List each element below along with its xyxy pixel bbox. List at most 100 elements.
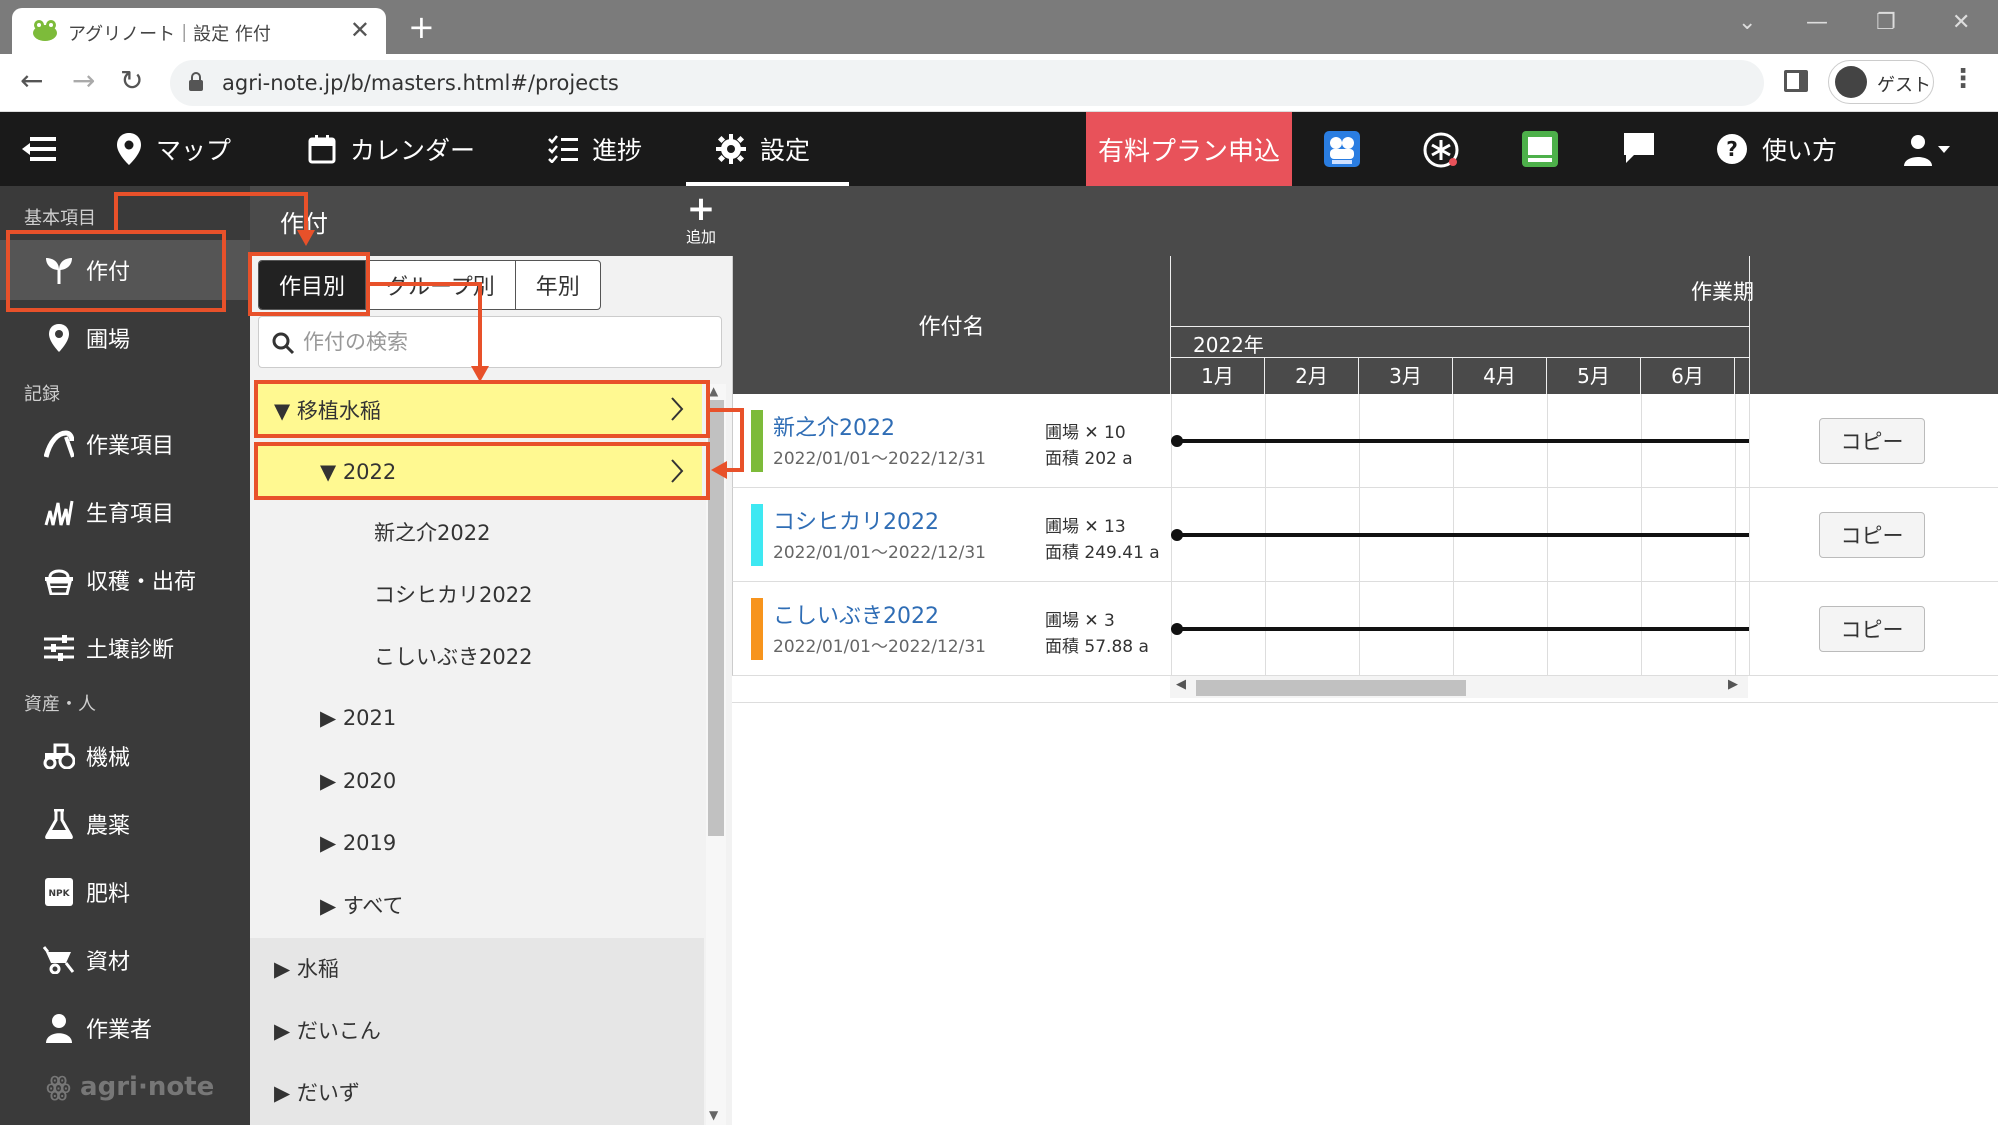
user-menu-icon[interactable]: [1904, 134, 1954, 166]
crop-gantt-table: 作付名 作業期 2022年 1月 2月 3月 4月 5月 6月 新之介2022 …: [732, 256, 1998, 1125]
profile-label: ゲスト: [1877, 75, 1931, 96]
chat-icon[interactable]: [1622, 131, 1656, 165]
green-book-app-icon[interactable]: [1522, 131, 1558, 167]
map-pin-icon: [117, 133, 141, 165]
sidebar-item-pesticides[interactable]: 農薬: [0, 794, 250, 854]
gantt-period-bar[interactable]: [1175, 533, 1749, 537]
minimize-icon[interactable]: —: [1806, 10, 1828, 35]
help-button[interactable]: ? 使い方: [1716, 112, 1837, 186]
copy-button[interactable]: コピー: [1819, 606, 1925, 652]
menu-toggle-button[interactable]: [22, 112, 72, 186]
calendar-icon: [308, 135, 336, 164]
tree-node-label: こしいぶき2022: [374, 645, 533, 669]
table-row: 新之介2022 2022/01/01～2022/12/31 圃場 ✕ 10 面積…: [732, 394, 1998, 488]
gantt-start-dot: [1171, 529, 1183, 541]
tree-node-rice[interactable]: ▶ 水稲: [274, 940, 339, 996]
scroll-right-arrow-icon[interactable]: ▶: [1728, 677, 1738, 692]
side-panel-icon[interactable]: [1784, 70, 1808, 92]
tree-node-label: ▶ 2019: [320, 831, 397, 855]
scroll-left-arrow-icon[interactable]: ◀: [1176, 677, 1186, 692]
crop-field-count: 圃場 ✕ 10: [1045, 423, 1126, 443]
scroll-up-arrow-icon[interactable]: ▲: [709, 384, 718, 398]
crop-search[interactable]: [258, 316, 722, 368]
sidebar-item-label: 圃場: [86, 328, 131, 353]
crop-name-link[interactable]: こしいぶき2022: [773, 598, 939, 630]
tree-node-year-2020[interactable]: ▶ 2020: [320, 753, 396, 809]
gantt-period-bar[interactable]: [1175, 627, 1749, 631]
sidebar-item-workers[interactable]: 作業者: [0, 998, 250, 1058]
sidebar-item-soil[interactable]: 土壌診断: [0, 618, 250, 678]
gantt-horizontal-scroll-thumb[interactable]: [1196, 680, 1466, 696]
reload-icon[interactable]: ↻: [120, 64, 143, 97]
crop-name-link[interactable]: 新之介2022: [773, 410, 895, 442]
nav-progress[interactable]: 進捗: [548, 112, 642, 186]
scroll-down-arrow-icon[interactable]: ▼: [709, 1108, 718, 1122]
sidebar-item-harvest[interactable]: 収穫・出荷: [0, 550, 250, 610]
copy-button[interactable]: コピー: [1819, 512, 1925, 558]
nav-settings[interactable]: 設定: [716, 112, 810, 186]
tree-node-soybean[interactable]: ▶ だいず: [274, 1064, 360, 1120]
asterisk-app-icon[interactable]: [1422, 131, 1460, 169]
gantt-period-bar[interactable]: [1175, 439, 1749, 443]
npk-bag-icon: NPK: [42, 875, 76, 909]
paid-plan-button[interactable]: 有料プラン申込: [1086, 112, 1292, 186]
tree-leaf-crop[interactable]: コシヒカリ2022: [374, 566, 532, 622]
sidebar-item-materials[interactable]: 資材: [0, 930, 250, 990]
browser-tab[interactable]: アグリノート｜設定 作付 ✕: [12, 8, 386, 54]
tree-node-year-2021[interactable]: ▶ 2021: [320, 690, 396, 746]
back-arrow-icon[interactable]: ←: [20, 64, 43, 97]
tab-title: アグリノート｜設定 作付: [68, 24, 271, 45]
tree-node-all[interactable]: ▶ すべて: [320, 877, 404, 933]
window-close-icon[interactable]: ✕: [1952, 10, 1970, 35]
tree-leaf-crop[interactable]: こしいぶき2022: [374, 628, 532, 684]
sidebar-item-label: 農薬: [86, 814, 131, 839]
crop-color-swatch: [751, 410, 763, 472]
svg-text:?: ?: [1726, 137, 1738, 161]
nav-calendar[interactable]: カレンダー: [308, 112, 475, 186]
annotation-box-sidebar-crops: [6, 230, 226, 312]
tab-by-year[interactable]: 年別: [516, 261, 600, 309]
add-label: 追加: [685, 228, 716, 246]
sidebar-item-work-items[interactable]: 作業項目: [0, 414, 250, 474]
sidebar-item-machines[interactable]: 機械: [0, 726, 250, 786]
add-button[interactable]: + 追加: [678, 192, 724, 247]
crop-area: 面積 249.41 a: [1045, 543, 1160, 563]
sidebar-item-growth-items[interactable]: 生育項目: [0, 482, 250, 542]
field-pin-icon: [42, 321, 76, 355]
menu-collapse-icon: [22, 137, 56, 161]
sidebar-item-fields[interactable]: 圃場: [0, 308, 250, 368]
app-header: マップ カレンダー 進捗 設定 有料プラン申込 ? 使い方: [0, 112, 1998, 186]
crop-name-link[interactable]: コシヒカリ2022: [773, 504, 939, 536]
profile-button[interactable]: ゲスト: [1828, 60, 1934, 104]
annotation-box-year-node: [254, 442, 710, 500]
gantt-header-divider: [1749, 256, 1750, 394]
checklist-icon: [548, 135, 578, 163]
sidebar-item-fertilizer[interactable]: NPK 肥料: [0, 862, 250, 922]
new-tab-plus-icon[interactable]: +: [408, 8, 435, 46]
grid-line: [1749, 488, 1750, 582]
tree-node-year-2019[interactable]: ▶ 2019: [320, 815, 396, 871]
crop-color-swatch: [751, 504, 763, 566]
browser-menu-icon[interactable]: ⋮: [1950, 64, 1976, 94]
tab-search-chevron-icon[interactable]: ⌄: [1738, 10, 1756, 35]
mgr-app-icon[interactable]: [1324, 131, 1360, 167]
crop-color-swatch: [751, 598, 763, 660]
sidebar-section-records: 記録: [24, 384, 60, 405]
close-tab-icon[interactable]: ✕: [350, 16, 370, 44]
forward-arrow-icon[interactable]: →: [72, 64, 95, 97]
restore-icon[interactable]: ❐: [1876, 10, 1896, 35]
tree-leaf-crop[interactable]: 新之介2022: [374, 504, 490, 560]
tractor-icon: [42, 739, 76, 773]
annotation-connector: [478, 282, 482, 368]
annotation-connector: [114, 192, 118, 230]
nav-map[interactable]: マップ: [116, 112, 231, 186]
tree-node-daikon[interactable]: ▶ だいこん: [274, 1002, 381, 1058]
copy-button[interactable]: コピー: [1819, 418, 1925, 464]
crop-area: 面積 202 a: [1045, 449, 1133, 469]
crop-date-range: 2022/01/01～2022/12/31: [773, 543, 986, 563]
address-bar[interactable]: agri-note.jp/b/masters.html#/projects: [170, 60, 1764, 106]
tree-node-label: ▶ 2021: [320, 706, 397, 730]
search-input[interactable]: [303, 325, 703, 359]
frog-logo-icon: ꙮ: [46, 1072, 81, 1102]
annotation-box-by-crop-tab: [248, 252, 370, 316]
